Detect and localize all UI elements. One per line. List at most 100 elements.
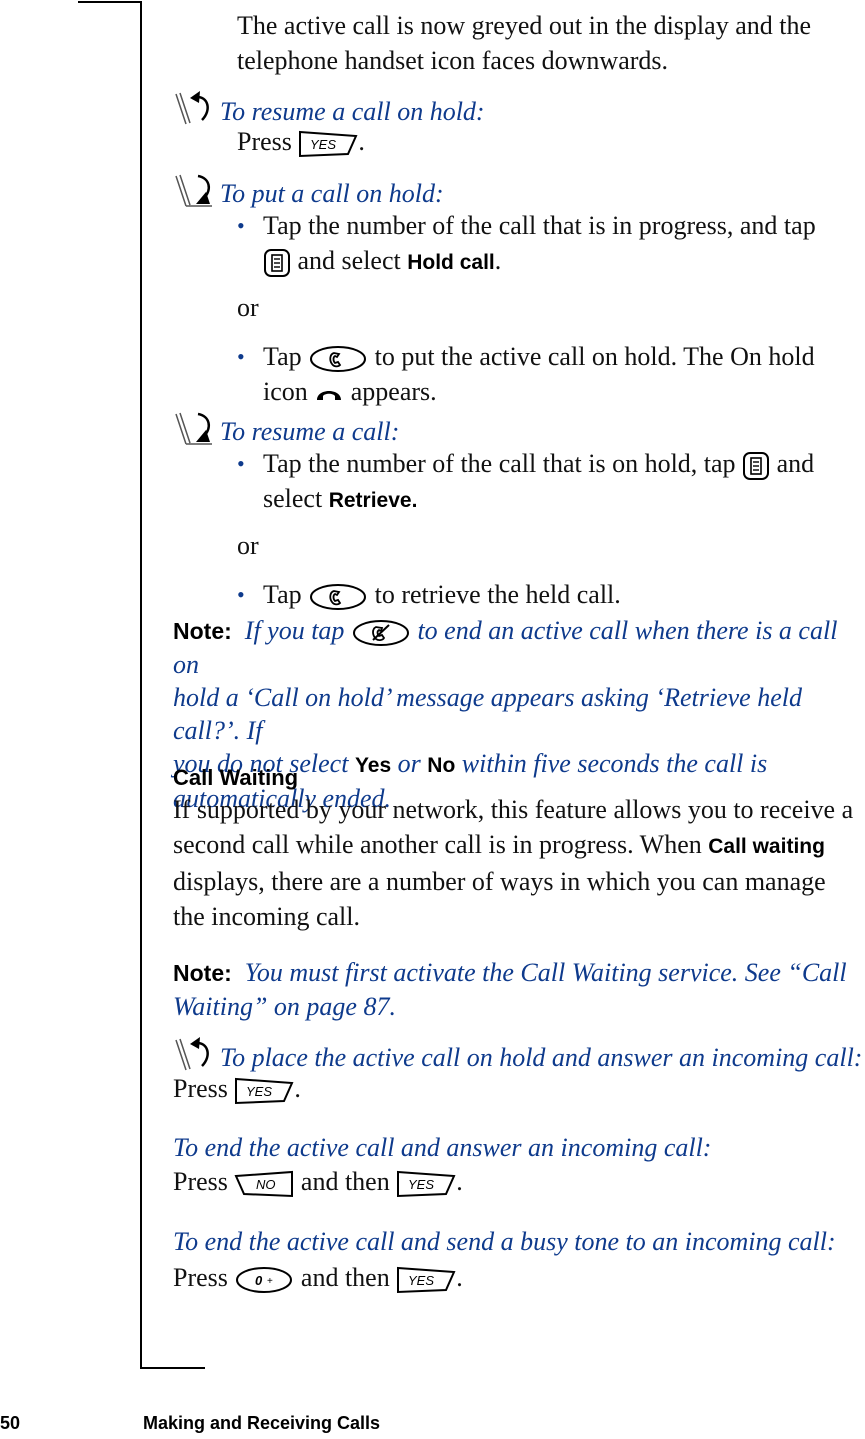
on-hold-handset-icon xyxy=(314,384,344,404)
heading-resume-call: To resume a call: xyxy=(172,410,399,448)
text: and select xyxy=(297,246,401,275)
text: to put the active call on hold. The On h… xyxy=(374,342,815,371)
list-item: • Tap the number of the call that is in … xyxy=(237,208,857,280)
text: appears. xyxy=(350,377,437,407)
period: . xyxy=(294,1074,301,1103)
heading-end-and-answer: To end the active call and answer an inc… xyxy=(173,1133,712,1162)
call-key-icon xyxy=(308,344,368,374)
end-and-busy-step: Press and then . xyxy=(173,1260,463,1295)
text: to retrieve the held call. xyxy=(374,580,621,610)
press-text: Press xyxy=(173,1074,228,1103)
list-item: • Tap the number of the call that is on … xyxy=(237,446,857,518)
frame-bottom-line xyxy=(140,1367,205,1369)
note-label: Note: xyxy=(173,960,232,986)
note-line: Note: You must first activate the Call W… xyxy=(173,956,863,990)
zero-plus-key-icon xyxy=(234,1265,294,1295)
heading-put-on-hold: To put a call on hold: xyxy=(172,172,444,210)
intro-line-1: The active call is now greyed out in the… xyxy=(237,11,811,40)
chapter-title: Making and Receiving Calls xyxy=(143,1413,381,1433)
bullet-text: Tap to put the active call on hold. The … xyxy=(263,339,857,374)
note-line: Waiting” on page 87. xyxy=(173,992,396,1021)
text: Tap xyxy=(263,342,302,371)
call-key-icon xyxy=(308,582,368,612)
paragraph-line: displays, there are a number of ways in … xyxy=(173,867,826,896)
bullet-icon: • xyxy=(237,451,245,476)
heading-end-and-busy: To end the active call and send a busy t… xyxy=(173,1227,836,1256)
frame-top-line xyxy=(78,1,141,3)
intro-paragraph: The active call is now greyed out in the… xyxy=(237,8,811,78)
menu-key-icon xyxy=(263,248,291,278)
bullet-icon: • xyxy=(237,213,245,238)
heading-text: To place the active call on hold and ans… xyxy=(220,1043,863,1072)
heading-resume-on-hold: To resume a call on hold: xyxy=(172,90,485,128)
resume-on-hold-step: Press . xyxy=(237,124,365,159)
ui-term-yes: Yes xyxy=(354,754,392,778)
bullet-icon: • xyxy=(237,344,245,369)
press-text: Press xyxy=(173,1263,228,1292)
text: select xyxy=(263,484,323,514)
bullet-text-cont: icon appears. xyxy=(263,374,857,409)
note-label: Note: xyxy=(173,618,232,644)
paragraph-line: second call while another call is in pro… xyxy=(173,827,863,864)
procedure-arrow-down-icon xyxy=(172,410,220,448)
note-line: hold a ‘Call on hold’ message appears as… xyxy=(173,683,802,746)
text: second call while another call is in pro… xyxy=(173,830,702,859)
resume-call-list: • Tap the number of the call that is on … xyxy=(237,446,857,612)
text: Tap the number of the call that is on ho… xyxy=(263,449,736,478)
call-waiting-paragraph: If supported by your network, this featu… xyxy=(173,792,863,934)
procedure-arrow-down-icon xyxy=(172,172,220,210)
paragraph-line: If supported by your network, this featu… xyxy=(173,795,854,824)
press-text: Press xyxy=(237,127,292,156)
text: icon xyxy=(263,377,308,407)
heading-text: To resume a call on hold: xyxy=(220,97,485,126)
text: You must first activate the Call Waiting… xyxy=(244,958,847,987)
menu-key-icon xyxy=(742,451,770,481)
press-text: Press xyxy=(173,1167,228,1196)
or-text: or xyxy=(237,531,259,561)
bullet-text: Tap to retrieve the held call. xyxy=(263,577,857,612)
ui-term-retrieve: Retrieve. xyxy=(328,489,418,513)
end-and-answer-step: Press and then . xyxy=(173,1164,463,1199)
text: within five seconds the call is xyxy=(461,749,768,779)
or-text: or xyxy=(237,293,259,322)
ui-term-call-waiting: Call waiting xyxy=(708,835,825,858)
heading-text: To resume a call: xyxy=(220,417,400,446)
procedure-arrow-up-icon xyxy=(172,1036,220,1074)
period: . xyxy=(456,1263,463,1292)
yes-key-icon xyxy=(298,130,358,158)
bullet-text: Tap the number of the call that is in pr… xyxy=(263,211,816,240)
text: or xyxy=(397,749,421,779)
yes-key-icon xyxy=(396,1266,456,1294)
heading-text: To put a call on hold: xyxy=(220,179,444,208)
section-heading-call-waiting: Call Waiting xyxy=(173,765,299,790)
text: and xyxy=(776,449,815,478)
ui-term-hold-call: Hold call xyxy=(407,251,495,274)
paragraph-line: the incoming call. xyxy=(173,902,361,931)
yes-key-icon xyxy=(396,1170,456,1198)
bullet-icon: • xyxy=(237,582,245,608)
ui-term-no: No xyxy=(427,754,456,778)
period: . xyxy=(494,246,502,275)
no-key-icon xyxy=(234,1170,294,1198)
text: and then xyxy=(300,1263,390,1292)
heading-place-on-hold-answer: To place the active call on hold and ans… xyxy=(172,1036,862,1074)
list-item: • Tap to retrieve the held call. xyxy=(237,577,857,612)
note-activate-call-waiting: Note: You must first activate the Call W… xyxy=(173,956,863,1023)
yes-key-icon xyxy=(234,1077,294,1105)
list-item: • Tap to put the active call on hold. Th… xyxy=(237,339,857,409)
frame-left-line xyxy=(140,1,142,1368)
end-call-key-icon xyxy=(351,618,411,648)
bullet-text-cont: select Retrieve. xyxy=(263,481,857,518)
put-on-hold-list: • Tap the number of the call that is in … xyxy=(237,208,857,409)
place-on-hold-answer-step: Press . xyxy=(173,1071,301,1106)
period: . xyxy=(358,127,365,156)
note-line: Note: If you tap to end an active call w… xyxy=(173,614,863,681)
bullet-text-cont: and select Hold call. xyxy=(263,243,857,280)
text: Tap xyxy=(263,580,302,610)
text: and then xyxy=(300,1167,390,1196)
procedure-arrow-up-icon xyxy=(172,90,220,128)
bullet-text: Tap the number of the call that is on ho… xyxy=(263,446,857,481)
intro-line-2: telephone handset icon faces downwards. xyxy=(237,46,669,75)
page-number: 50 xyxy=(0,1413,21,1433)
period: . xyxy=(456,1167,463,1196)
